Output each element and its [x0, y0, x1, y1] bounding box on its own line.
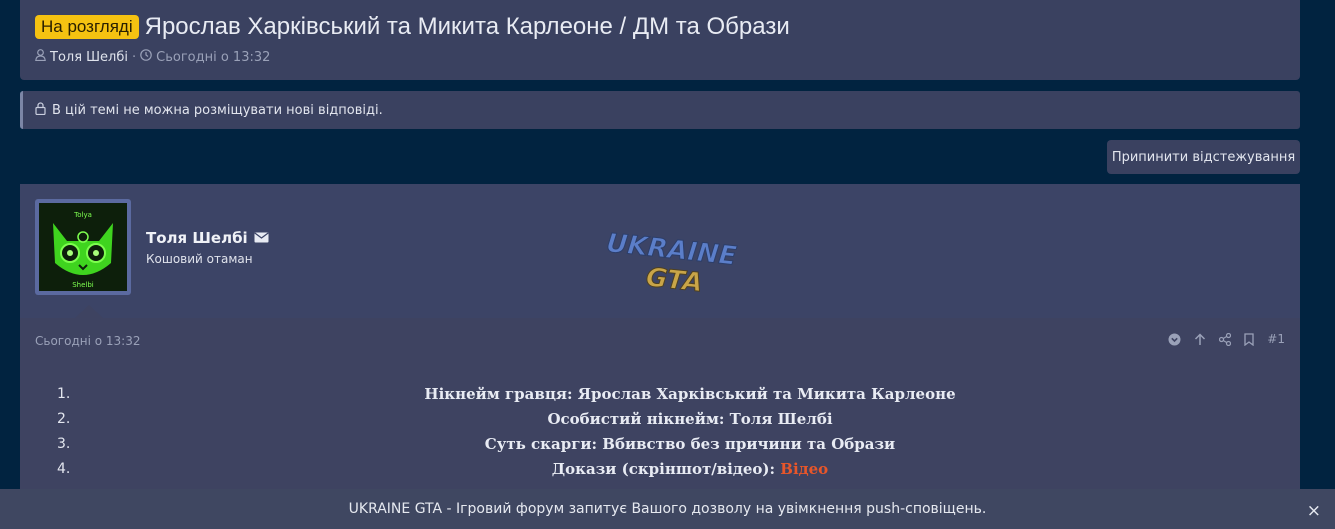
lock-icon	[35, 101, 46, 119]
list-item: 3. Суть скарги: Вбивство без причини та …	[20, 434, 1300, 459]
complaint-list: 1. Нікнейм гравця: Ярослав Харківський т…	[20, 384, 1300, 484]
notice-text: В цій темі не можна розміщувати нові від…	[52, 102, 383, 118]
post-actions: #1	[1168, 332, 1285, 346]
video-link[interactable]: Відео	[780, 460, 828, 478]
list-item-text: Докази (скріншот/відео):	[551, 460, 781, 478]
watermark-line2: GTA	[645, 263, 705, 299]
post-date-link[interactable]: Сьогодні о 13:32	[35, 334, 140, 348]
username-link[interactable]: Толя Шелбі	[146, 229, 248, 247]
list-item: 2. Особистий нікнейм: Толя Шелбі	[20, 409, 1300, 434]
envelope-icon[interactable]	[254, 229, 269, 247]
post-number-link[interactable]: #1	[1267, 332, 1285, 346]
forum-watermark-logo: UKRAINE GTA	[598, 228, 743, 304]
list-item: 1. Нікнейм гравця: Ярослав Харківський т…	[20, 384, 1300, 409]
push-notification-text: UKRAINE GTA - Ігровий форум запитує Вашо…	[348, 501, 987, 517]
status-badge[interactable]: На розгляді	[35, 15, 139, 39]
thread-header: На розгляді Ярослав Харківський та Микит…	[20, 0, 1300, 80]
chevron-circle-down-icon[interactable]	[1168, 333, 1181, 346]
thread-author-link[interactable]: Толя Шелбі	[50, 50, 128, 65]
avatar-text-top: Tolya	[73, 211, 92, 219]
list-item-number: 2.	[57, 411, 71, 427]
avatar[interactable]: Tolya Shelbi	[35, 199, 131, 295]
avatar-text-bottom: Shelbi	[72, 281, 94, 289]
post-user-header: Tolya Shelbi Толя Шелбі Кошовий отаман U…	[20, 184, 1300, 318]
post-body: 1. Нікнейм гравця: Ярослав Харківський т…	[20, 384, 1300, 484]
post: Tolya Shelbi Толя Шелбі Кошовий отаман U…	[20, 184, 1300, 529]
unwatch-button[interactable]: Припинити відстежування	[1107, 140, 1300, 174]
avatar-image: Tolya Shelbi	[39, 203, 127, 291]
thread-title-row: На розгляді Ярослав Харківський та Микит…	[35, 13, 790, 41]
thread-meta: Толя Шелбі · Сьогодні о 13:32	[35, 49, 270, 65]
thread-locked-notice: В цій темі не можна розміщувати нові від…	[20, 91, 1300, 129]
list-item-text: Особистий нікнейм: Толя Шелбі	[547, 410, 833, 428]
list-item-text: Нікнейм гравця: Ярослав Харківський та М…	[424, 385, 956, 403]
push-notification-bar[interactable]: UKRAINE GTA - Ігровий форум запитує Вашо…	[0, 489, 1335, 529]
thread-date-link[interactable]: Сьогодні о 13:32	[156, 50, 270, 65]
list-item-content: Докази (скріншот/відео): Відео	[492, 460, 828, 478]
user-icon	[35, 49, 46, 65]
page-title: Ярослав Харківський та Микита Карлеоне /…	[144, 13, 790, 40]
list-item-number: 4.	[57, 461, 71, 477]
list-item-number: 1.	[57, 386, 71, 402]
arrow-up-icon[interactable]	[1194, 332, 1206, 346]
post-user-name: Толя Шелбі	[146, 229, 269, 247]
list-item-number: 3.	[57, 436, 71, 452]
user-header-arrow	[75, 305, 103, 318]
share-icon[interactable]	[1219, 332, 1232, 346]
list-item-text: Суть скарги: Вбивство без причини та Обр…	[484, 435, 896, 453]
bookmark-icon[interactable]	[1244, 332, 1254, 346]
clock-icon	[140, 49, 152, 65]
close-icon[interactable]: ×	[1307, 501, 1321, 521]
user-title: Кошовий отаман	[146, 252, 253, 266]
meta-separator: ·	[132, 49, 137, 65]
list-item: 4. Докази (скріншот/відео): Відео	[20, 459, 1300, 484]
